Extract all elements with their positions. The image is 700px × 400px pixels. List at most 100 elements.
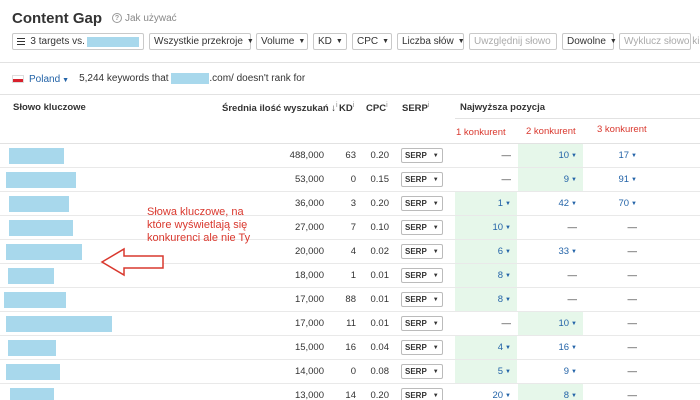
volume-cell: 18,000	[294, 270, 324, 281]
chevron-down-icon: ▼	[432, 152, 439, 159]
caret-down-icon: ▼	[571, 320, 577, 327]
position-cell[interactable]: 6 ▼	[455, 240, 517, 263]
volume-filter-label: Volume	[261, 36, 295, 47]
position-value: —	[627, 294, 638, 305]
match-mode-dropdown[interactable]: Dowolne ▼	[562, 33, 617, 50]
caret-down-icon: ▼	[505, 224, 511, 231]
redacted-keyword	[9, 195, 69, 212]
position-cell[interactable]: 1 ▼	[455, 192, 517, 215]
position-value: —	[567, 294, 578, 305]
serp-button[interactable]: SERP ▼	[401, 292, 443, 307]
serp-label: SERP	[405, 271, 427, 280]
keyword-cell[interactable]	[6, 240, 82, 263]
keyword-cell[interactable]	[6, 360, 60, 383]
chevron-down-icon: ▼	[432, 296, 439, 303]
redacted-keyword	[6, 363, 60, 380]
position-value: —	[627, 222, 638, 233]
keyword-cell[interactable]	[9, 192, 69, 215]
keyword-cell[interactable]	[10, 384, 54, 400]
position-value: 8	[497, 270, 504, 281]
caret-down-icon: ▼	[631, 176, 637, 183]
position-cell[interactable]: 42 ▼	[518, 192, 583, 215]
serp-label: SERP	[405, 367, 427, 376]
kd-filter[interactable]: KD ▼	[313, 33, 347, 50]
header: Content Gap ? Jak używać	[12, 8, 177, 28]
serp-button[interactable]: SERP ▼	[401, 220, 443, 235]
poland-flag-icon	[12, 75, 24, 83]
cpc-cell: 0.20	[370, 390, 390, 400]
table-row: 27,000 7 0.10 SERP ▼ 10 ▼ — —	[0, 216, 700, 240]
position-cell[interactable]: 91 ▼	[585, 168, 643, 191]
col-header-serp[interactable]: SERPi	[402, 102, 429, 114]
help-link[interactable]: ? Jak używać	[112, 13, 177, 24]
keywords-suffix: .com/ doesn't rank for	[209, 73, 306, 85]
keyword-cell[interactable]	[9, 216, 73, 239]
position-cell[interactable]: 9 ▼	[518, 360, 583, 383]
keyword-cell[interactable]	[8, 336, 56, 359]
position-cell: —	[518, 288, 583, 311]
question-icon: ?	[112, 13, 122, 23]
serp-button[interactable]: SERP ▼	[401, 340, 443, 355]
col-header-keyword[interactable]: Słowo kluczowe	[13, 102, 86, 113]
position-cell[interactable]: 10 ▼	[518, 312, 583, 335]
keyword-cell[interactable]	[6, 312, 112, 335]
serp-button[interactable]: SERP ▼	[401, 172, 443, 187]
position-cell[interactable]: 16 ▼	[518, 336, 583, 359]
word-count-filter[interactable]: Liczba słów ▼	[397, 33, 465, 50]
volume-filter[interactable]: Volume ▼	[256, 33, 308, 50]
position-cell[interactable]: 33 ▼	[518, 240, 583, 263]
col-header-volume[interactable]: Średnia ilość wyszukań ↓i	[222, 102, 338, 114]
position-cell[interactable]: 70 ▼	[585, 192, 643, 215]
position-cell[interactable]: 17 ▼	[585, 144, 643, 167]
position-cell[interactable]: 10 ▼	[455, 216, 517, 239]
caret-down-icon: ▼	[571, 368, 577, 375]
serp-button[interactable]: SERP ▼	[401, 148, 443, 163]
position-value: 10	[558, 318, 570, 329]
serp-button[interactable]: SERP ▼	[401, 268, 443, 283]
position-cell[interactable]: 8 ▼	[455, 264, 517, 287]
position-value: 5	[497, 366, 504, 377]
kd-filter-label: KD	[318, 36, 332, 47]
col-header-cpc-label: CPC	[366, 103, 387, 115]
position-value: 8	[497, 294, 504, 305]
position-cell: —	[518, 264, 583, 287]
serp-label: SERP	[405, 247, 427, 256]
kd-cell: 0	[350, 366, 356, 377]
redacted-keyword	[6, 243, 82, 260]
table-row: 15,000 16 0.04 SERP ▼ 4 ▼ 16 ▼ —	[0, 336, 700, 360]
info-icon: i	[352, 102, 355, 109]
col-header-cpc[interactable]: CPCi	[366, 102, 388, 114]
position-cell[interactable]: 20 ▼	[455, 384, 517, 400]
kd-cell: 11	[346, 318, 356, 329]
include-word-input[interactable]: Uwzględnij słowo	[469, 33, 557, 50]
keyword-cell[interactable]	[8, 264, 54, 287]
col-header-kd[interactable]: KDi	[339, 102, 354, 114]
redacted-keyword	[6, 315, 112, 332]
position-cell[interactable]: 8 ▼	[518, 384, 583, 400]
serp-button[interactable]: SERP ▼	[401, 364, 443, 379]
divider	[0, 94, 700, 95]
keyword-cell[interactable]	[4, 288, 66, 311]
cpc-filter[interactable]: CPC ▼	[352, 33, 392, 50]
position-cell[interactable]: 9 ▼	[518, 168, 583, 191]
position-cell[interactable]: 10 ▼	[518, 144, 583, 167]
serp-button[interactable]: SERP ▼	[401, 196, 443, 211]
position-value: —	[501, 150, 512, 161]
country-selector[interactable]: Poland ▼	[29, 74, 69, 85]
keyword-cell[interactable]	[6, 168, 76, 191]
serp-button[interactable]: SERP ▼	[401, 316, 443, 331]
serp-button[interactable]: SERP ▼	[401, 244, 443, 259]
targets-filter[interactable]: 3 targets vs.	[12, 33, 144, 50]
position-cell[interactable]: 4 ▼	[455, 336, 517, 359]
kd-cell: 14	[345, 390, 356, 400]
position-cell[interactable]: 5 ▼	[455, 360, 517, 383]
exclude-word-input[interactable]: Wyklucz słowo ki	[619, 33, 699, 50]
chevron-down-icon: ▼	[432, 272, 439, 279]
position-cell[interactable]: 8 ▼	[455, 288, 517, 311]
match-mode-label: Dowolne	[567, 36, 606, 47]
redacted-keyword	[9, 147, 64, 164]
keyword-cell[interactable]	[9, 144, 64, 167]
kd-cell: 88	[345, 294, 356, 305]
serp-button[interactable]: SERP ▼	[401, 388, 443, 400]
intersect-dropdown[interactable]: Wszystkie przekroje ▼	[149, 33, 254, 50]
